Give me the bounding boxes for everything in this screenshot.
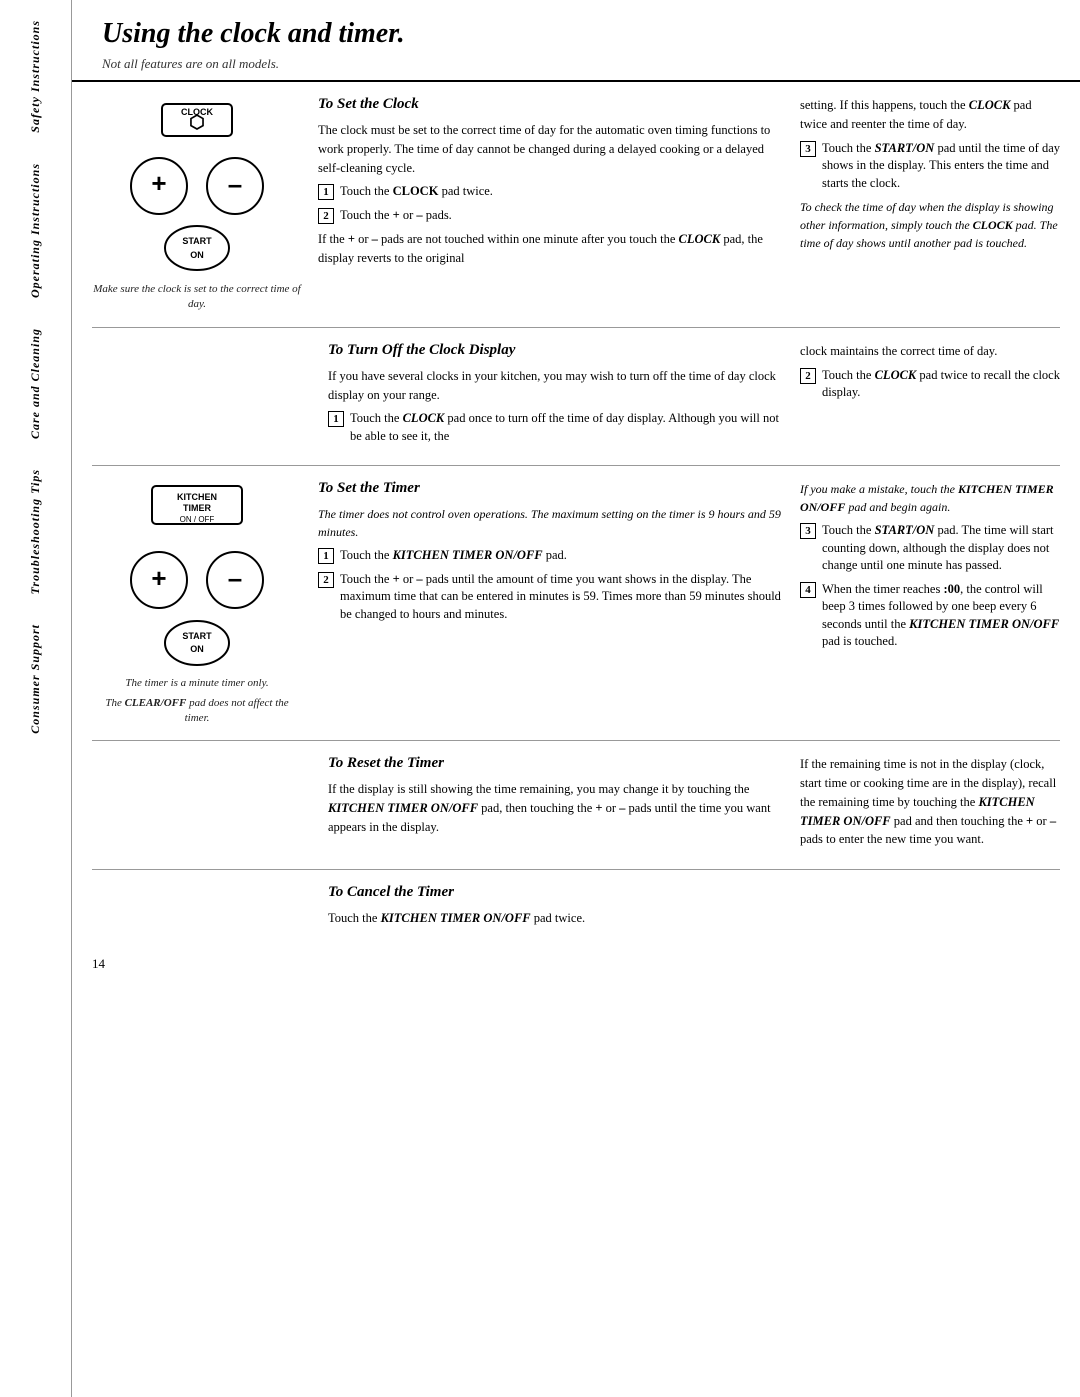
set-timer-step-num-2: 2	[318, 572, 334, 588]
step-text-2: Touch the + or – pads.	[340, 207, 452, 225]
reset-timer-right: If the remaining time is not in the disp…	[800, 755, 1060, 855]
set-timer-right-italic: If you make a mistake, touch the KITCHEN…	[800, 480, 1060, 516]
set-clock-step2: 2 Touch the + or – pads.	[318, 207, 784, 225]
turn-off-right-body: clock maintains the correct time of day.	[800, 342, 1060, 361]
cancel-timer-section: To Cancel the Timer Touch the KITCHEN TI…	[92, 870, 1060, 948]
svg-text:ON / OFF: ON / OFF	[180, 515, 215, 524]
set-timer-mid: To Set the Timer The timer does not cont…	[318, 480, 784, 726]
turn-off-step-text-1: Touch the CLOCK pad once to turn off the…	[350, 410, 784, 445]
cancel-left-spacer	[102, 884, 312, 934]
cancel-timer-right	[800, 884, 1060, 934]
reset-left-spacer	[102, 755, 312, 855]
svg-text:+: +	[151, 563, 166, 593]
set-clock-if-text: If the + or – pads are not touched withi…	[318, 230, 784, 268]
svg-text:–: –	[228, 169, 242, 199]
turn-off-step1: 1 Touch the CLOCK pad once to turn off t…	[328, 410, 784, 445]
set-clock-step1: 1 Touch the CLOCK pad twice.	[318, 183, 784, 201]
svg-text:TIMER: TIMER	[183, 503, 211, 513]
turn-off-right: clock maintains the correct time of day.…	[800, 342, 1060, 452]
set-clock-right: setting. If this happens, touch the CLOC…	[800, 96, 1060, 313]
set-clock-body: The clock must be set to the correct tim…	[318, 121, 784, 177]
set-timer-step-text-3: Touch the START/ON pad. The time will st…	[822, 522, 1060, 575]
clock-caption: Make sure the clock is set to the correc…	[92, 282, 302, 313]
set-timer-step-num-4: 4	[800, 582, 816, 598]
sidebar-label-troubleshooting: Troubleshooting Tips	[28, 469, 43, 594]
svg-text:+: +	[151, 168, 166, 198]
set-timer-step2: 2 Touch the + or – pads until the amount…	[318, 571, 784, 624]
svg-text:START: START	[182, 631, 212, 641]
set-timer-step4: 4 When the timer reaches :00, the contro…	[800, 581, 1060, 651]
svg-text:START: START	[182, 236, 212, 246]
cancel-timer-mid: To Cancel the Timer Touch the KITCHEN TI…	[328, 884, 784, 934]
page-number: 14	[72, 948, 1080, 980]
step-num-2: 2	[318, 208, 334, 224]
turn-off-left-spacer	[102, 342, 312, 452]
page-wrapper: Safety Instructions Operating Instructio…	[0, 0, 1080, 1397]
reset-timer-mid: To Reset the Timer If the display is sti…	[328, 755, 784, 855]
turn-off-step-num-2: 2	[800, 368, 816, 384]
set-clock-title: To Set the Clock	[318, 96, 784, 113]
cancel-timer-title: To Cancel the Timer	[328, 884, 784, 901]
sidebar: Safety Instructions Operating Instructio…	[0, 0, 72, 1397]
clock-diagram: CLOCK ⬡ + – START ON	[117, 96, 277, 276]
set-timer-step-text-4: When the timer reaches :00, the control …	[822, 581, 1060, 651]
content-area: CLOCK ⬡ + – START ON Make sure the clo	[72, 82, 1080, 948]
subtitle: Not all features are on all models.	[102, 56, 1050, 72]
turn-off-display-section: To Turn Off the Clock Display If you hav…	[92, 328, 1060, 467]
turn-off-step-text-2: Touch the CLOCK pad twice to recall the …	[822, 367, 1060, 402]
set-clock-italic-note: To check the time of day when the displa…	[800, 198, 1060, 252]
sidebar-label-operating: Operating Instructions	[28, 163, 43, 298]
set-clock-right-body: setting. If this happens, touch the CLOC…	[800, 96, 1060, 134]
cancel-timer-body: Touch the KITCHEN TIMER ON/OFF pad twice…	[328, 909, 784, 928]
step-text-3: Touch the START/ON pad until the time of…	[822, 140, 1060, 193]
svg-text:ON: ON	[190, 644, 204, 654]
step-num-1: 1	[318, 184, 334, 200]
svg-text:–: –	[228, 563, 242, 593]
svg-text:ON: ON	[190, 250, 204, 260]
reset-timer-title: To Reset the Timer	[328, 755, 784, 772]
sidebar-label-safety: Safety Instructions	[28, 20, 43, 133]
set-timer-step-num-3: 3	[800, 523, 816, 539]
turn-off-step-num-1: 1	[328, 411, 344, 427]
set-clock-section: CLOCK ⬡ + – START ON Make sure the clo	[92, 82, 1060, 328]
set-timer-italic1: The timer does not control oven operatio…	[318, 505, 784, 541]
title-section: Using the clock and timer. Not all featu…	[72, 0, 1080, 82]
set-timer-step3: 3 Touch the START/ON pad. The time will …	[800, 522, 1060, 575]
turn-off-title: To Turn Off the Clock Display	[328, 342, 784, 359]
timer-caption1: The timer is a minute timer only.	[125, 676, 268, 691]
svg-text:KITCHEN: KITCHEN	[177, 492, 217, 502]
timer-image-col: KITCHEN TIMER ON / OFF + – START ON	[92, 480, 302, 726]
reset-timer-section: To Reset the Timer If the display is sti…	[92, 741, 1060, 870]
page-title: Using the clock and timer.	[102, 18, 1050, 50]
set-clock-mid: To Set the Clock The clock must be set t…	[318, 96, 784, 313]
turn-off-mid: To Turn Off the Clock Display If you hav…	[328, 342, 784, 452]
set-timer-step-text-2: Touch the + or – pads until the amount o…	[340, 571, 784, 624]
sidebar-label-care: Care and Cleaning	[28, 328, 43, 439]
set-timer-right: If you make a mistake, touch the KITCHEN…	[800, 480, 1060, 726]
svg-text:⬡: ⬡	[189, 112, 205, 132]
set-timer-step1: 1 Touch the KITCHEN TIMER ON/OFF pad.	[318, 547, 784, 565]
set-timer-title: To Set the Timer	[318, 480, 784, 497]
clock-image-col: CLOCK ⬡ + – START ON Make sure the clo	[92, 96, 302, 313]
timer-caption2: The CLEAR/OFF pad does not affect the ti…	[92, 696, 302, 727]
timer-diagram: KITCHEN TIMER ON / OFF + – START ON	[117, 480, 277, 670]
step-text-1: Touch the CLOCK pad twice.	[340, 183, 493, 201]
main-content: Using the clock and timer. Not all featu…	[72, 0, 1080, 1397]
set-timer-step-num-1: 1	[318, 548, 334, 564]
reset-timer-body: If the display is still showing the time…	[328, 780, 784, 836]
set-timer-section: KITCHEN TIMER ON / OFF + – START ON	[92, 466, 1060, 741]
step-num-3: 3	[800, 141, 816, 157]
reset-timer-right-body: If the remaining time is not in the disp…	[800, 755, 1060, 849]
sidebar-label-consumer: Consumer Support	[28, 624, 43, 734]
turn-off-body: If you have several clocks in your kitch…	[328, 367, 784, 405]
set-clock-step3: 3 Touch the START/ON pad until the time …	[800, 140, 1060, 193]
set-timer-step-text-1: Touch the KITCHEN TIMER ON/OFF pad.	[340, 547, 567, 565]
turn-off-step2: 2 Touch the CLOCK pad twice to recall th…	[800, 367, 1060, 402]
